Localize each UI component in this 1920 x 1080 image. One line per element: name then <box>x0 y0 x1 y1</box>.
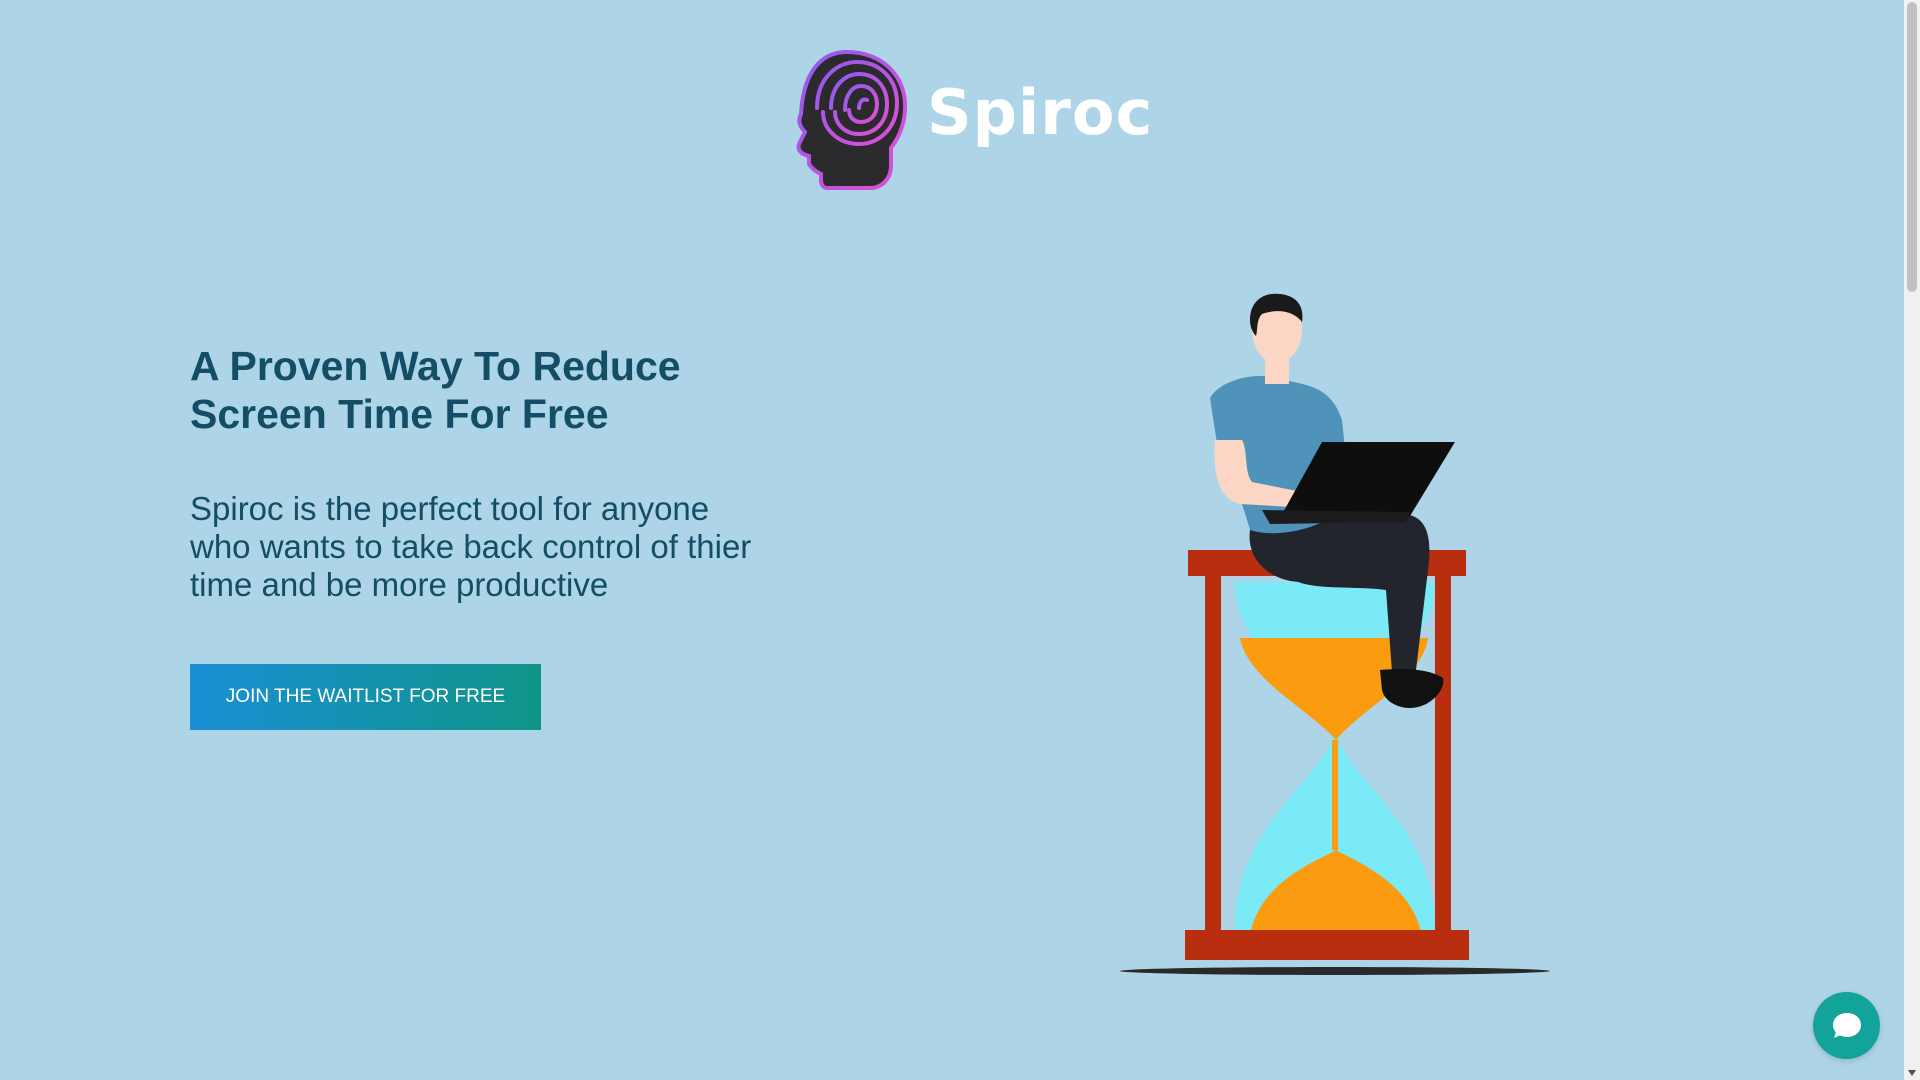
chat-button[interactable] <box>1813 992 1880 1059</box>
hero-description: Spiroc is the perfect tool for anyone wh… <box>190 490 752 603</box>
hero-illustration <box>1110 290 1560 990</box>
landing-page: Spiroc A Proven Way To Reduce Screen Tim… <box>0 0 1920 1080</box>
chat-bubble-icon <box>1832 1012 1861 1038</box>
scrollbar-thumb[interactable] <box>1907 2 1917 292</box>
vertical-scrollbar[interactable] <box>1904 0 1920 1080</box>
hero-title: A Proven Way To Reduce Screen Time For F… <box>190 343 681 437</box>
scroll-down-arrow-icon[interactable] <box>1907 1069 1917 1077</box>
brand-logo[interactable]: Spiroc <box>787 48 1152 193</box>
hourglass-person-illustration <box>1120 293 1550 975</box>
brain-head-icon <box>796 49 908 190</box>
join-waitlist-button[interactable]: JOIN THE WAITLIST FOR FREE <box>190 664 541 730</box>
brand-name: Spiroc <box>927 76 1154 149</box>
